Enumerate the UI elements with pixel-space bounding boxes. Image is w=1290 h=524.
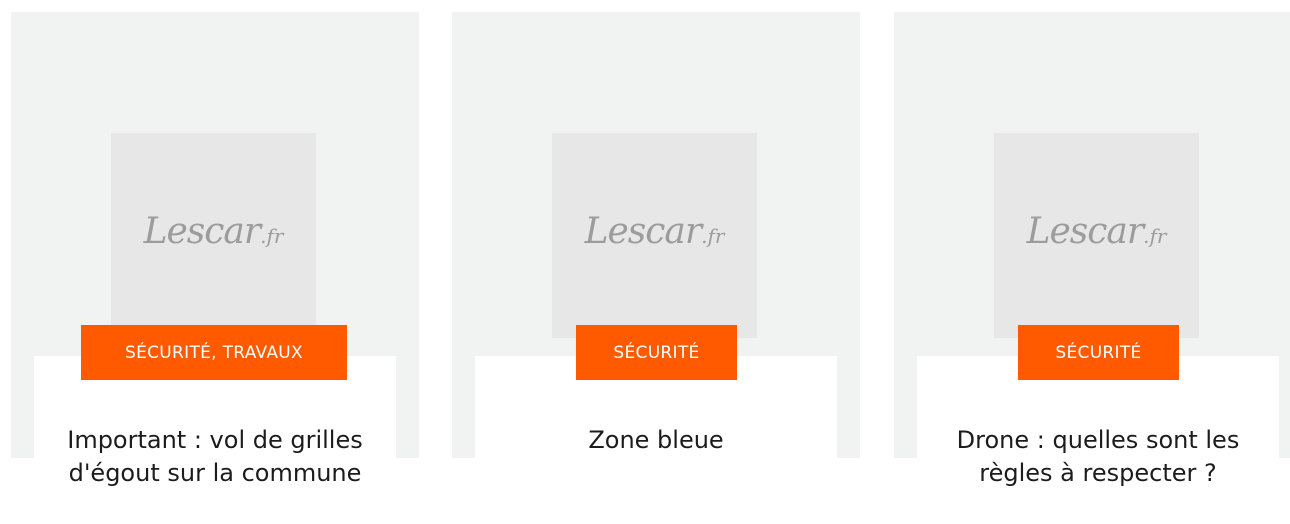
site-logo: Lescar.fr [584, 211, 725, 252]
article-title[interactable]: Zone bleue [475, 424, 837, 457]
article-card-1[interactable]: Lescar.fr SÉCURITÉ, TRAVAUX Important : … [11, 12, 419, 524]
article-card-2[interactable]: Lescar.fr SÉCURITÉ Zone bleue [452, 12, 860, 524]
article-title[interactable]: Drone : quelles sont les règles à respec… [917, 424, 1279, 490]
article-title[interactable]: Important : vol de grilles d'égout sur l… [34, 424, 396, 490]
article-card-3[interactable]: Lescar.fr SÉCURITÉ Drone : quelles sont … [894, 12, 1290, 524]
article-thumbnail[interactable]: Lescar.fr [111, 133, 316, 338]
article-thumbnail[interactable]: Lescar.fr [552, 133, 757, 338]
site-logo: Lescar.fr [1026, 211, 1167, 252]
category-badge[interactable]: SÉCURITÉ [576, 325, 737, 380]
site-logo: Lescar.fr [143, 211, 284, 252]
category-badge[interactable]: SÉCURITÉ, TRAVAUX [81, 325, 347, 380]
article-thumbnail[interactable]: Lescar.fr [994, 133, 1199, 338]
category-badge[interactable]: SÉCURITÉ [1018, 325, 1179, 380]
